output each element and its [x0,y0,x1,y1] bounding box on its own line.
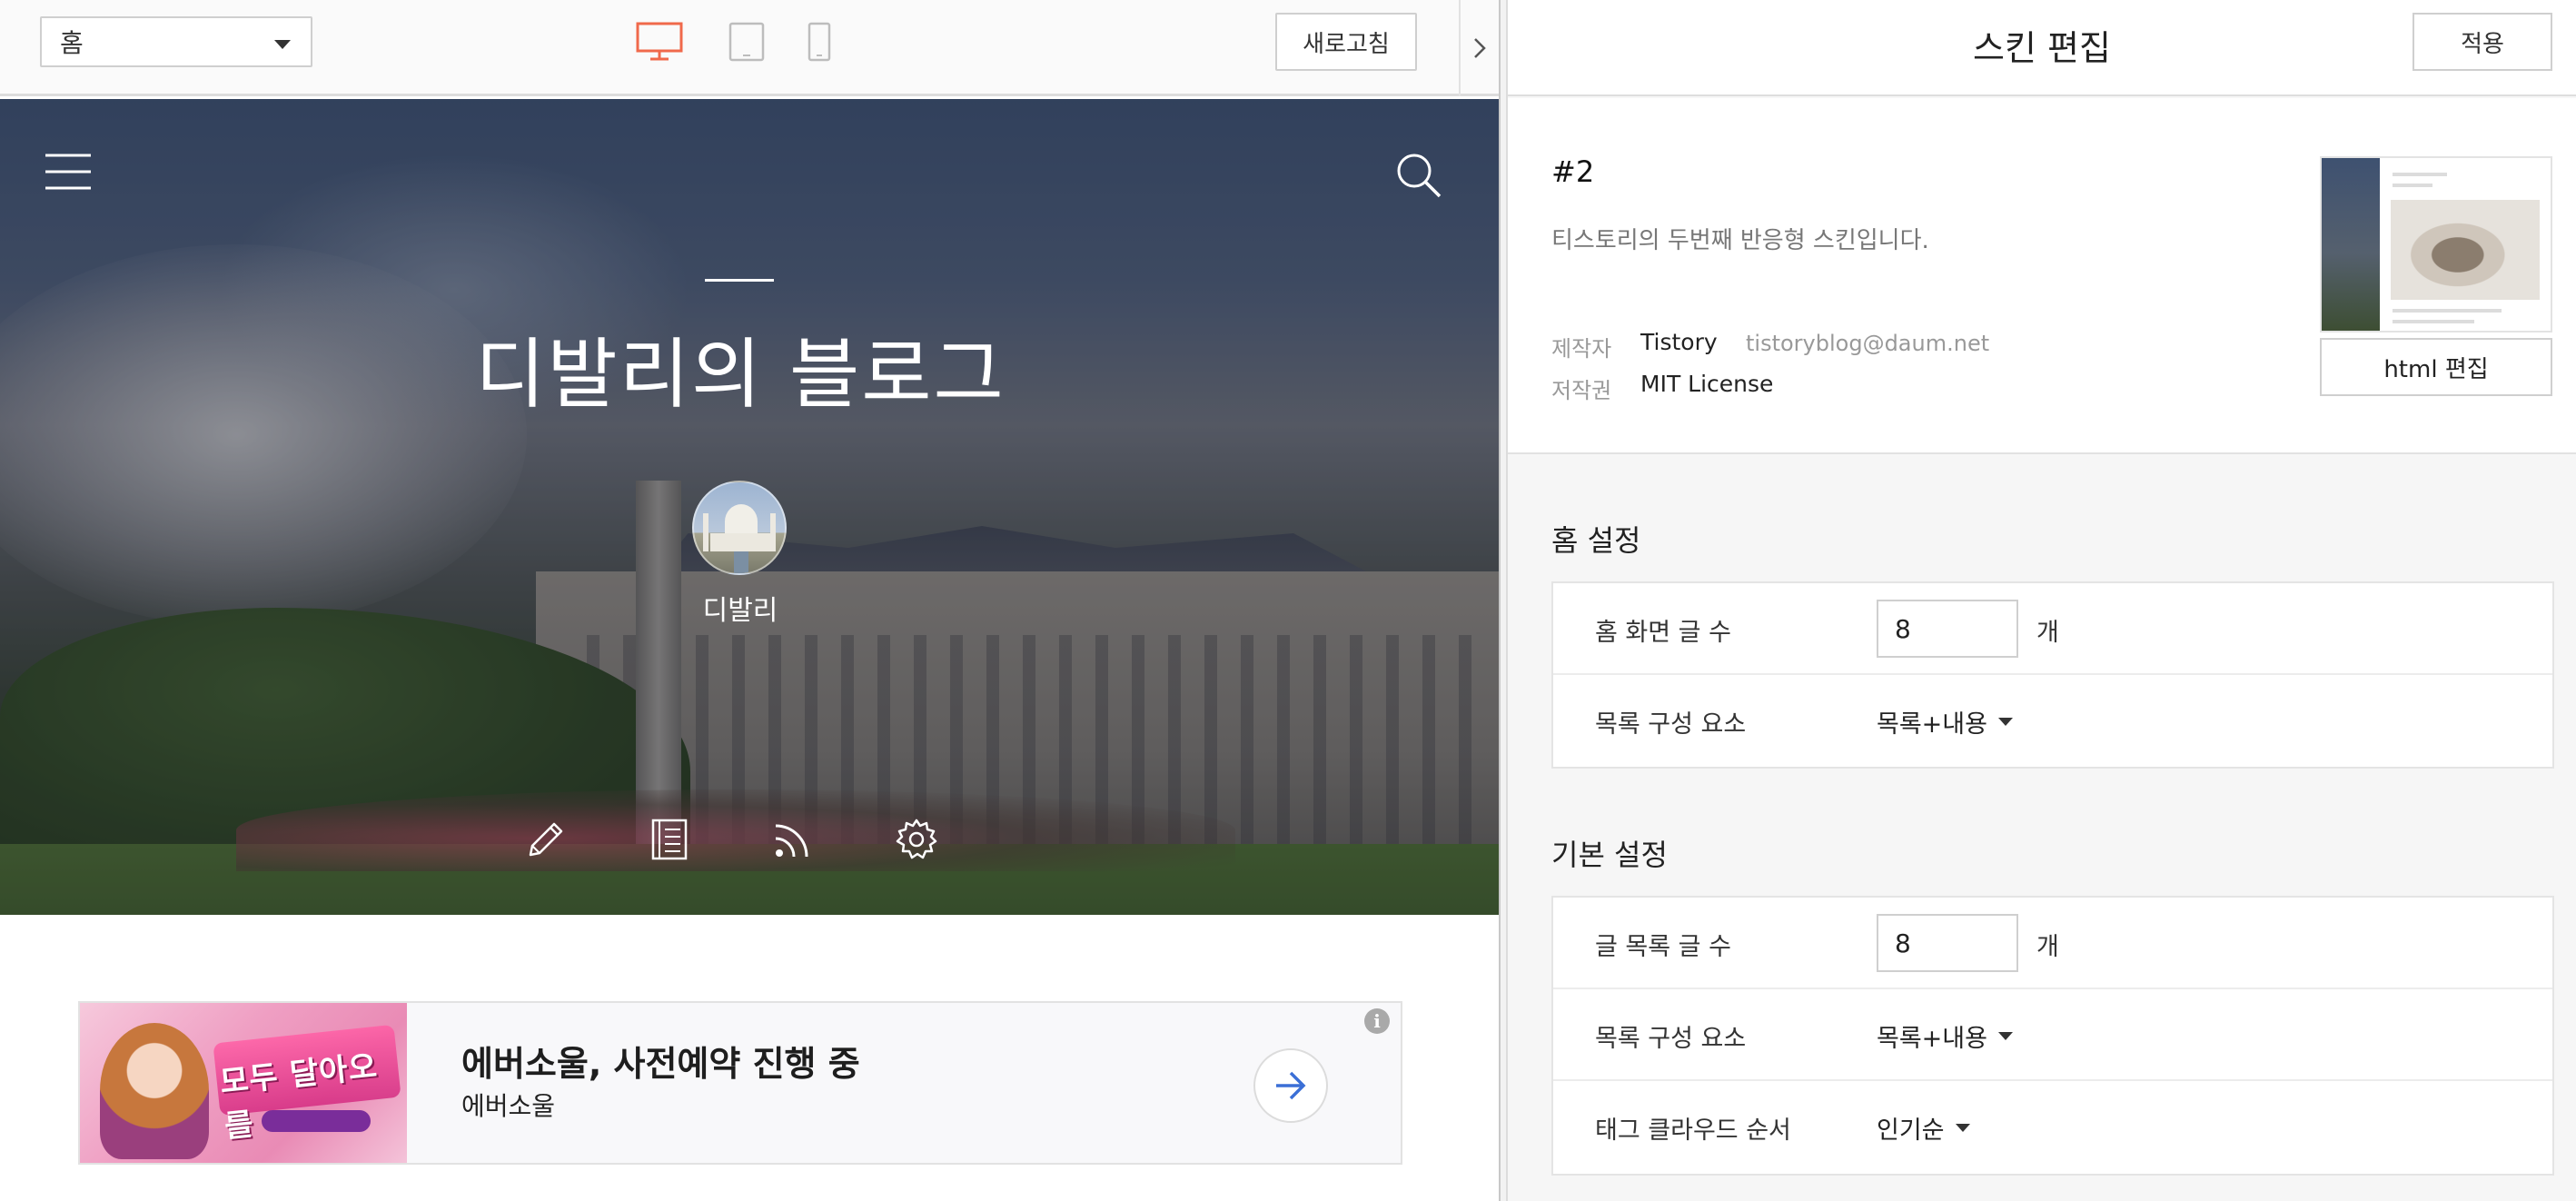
tablet-icon[interactable] [728,22,765,62]
ad-image-cta [262,1110,371,1132]
document-icon[interactable] [647,817,692,862]
mobile-icon[interactable] [807,22,832,62]
author-email: tistoryblog@daum.net [1746,331,1990,356]
select-value: 인기순 [1877,1117,1945,1145]
skin-editor-app: 홈 새로고침 디발리의 블로그 디발리 모두 달아오를 에버소울, 사전예약 진… [0,0,2576,1201]
home-list-elements-select[interactable]: 목록+내용 [1877,704,2013,739]
home-settings-title: 홈 설정 [1551,523,1641,558]
caret-down-icon [1997,718,2013,726]
blog-title[interactable]: 디발리의 블로그 [0,313,1481,423]
refresh-button[interactable]: 새로고침 [1275,13,1417,71]
basic-settings-box: 글 목록 글 수 개 목록 구성 요소 목록+내용 태그 클라우드 순서 인기순 [1551,896,2554,1176]
setting-label: 목록 구성 요소 [1595,710,1747,739]
setting-label: 목록 구성 요소 [1595,1025,1747,1053]
desktop-icon[interactable] [636,22,683,62]
blog-hero: 디발리의 블로그 디발리 [0,99,1499,915]
hamburger-menu-icon[interactable] [44,152,93,192]
arrow-right-icon [1276,1071,1306,1100]
home-post-count-input[interactable] [1877,600,2018,658]
rss-icon[interactable] [770,817,816,862]
unit-label: 개 [2036,933,2059,961]
author-label: 제작자 [1551,336,1612,362]
unit-label: 개 [2036,619,2059,647]
skin-description: 티스토리의 두번째 반응형 스킨입니다. [1551,227,1929,254]
license-value: MIT License [1640,371,1774,397]
skin-info-panel: #2 티스토리의 두번째 반응형 스킨입니다. 제작자 Tistory tist… [1508,98,2576,454]
title-divider [705,279,774,282]
html-edit-button[interactable]: html 편집 [2320,338,2552,396]
author-value: Tistory [1640,329,1718,355]
skin-name: #2 [1551,154,1595,189]
license-label: 저작권 [1551,378,1612,403]
select-value: 목록+내용 [1877,710,1987,739]
caret-down-icon [1955,1124,1970,1132]
caret-down-icon [274,40,291,49]
skin-editor-pane: 스킨 편집 적용 #2 티스토리의 두번째 반응형 스킨입니다. 제작자 Tis… [1508,0,2576,1201]
setting-row: 태그 클라우드 순서 인기순 [1553,1081,2552,1173]
setting-label: 태그 클라우드 순서 [1595,1117,1791,1145]
editor-header: 스킨 편집 적용 [1508,0,2576,96]
list-elements-select[interactable]: 목록+내용 [1877,1018,2013,1054]
select-value: 목록+내용 [1877,1025,1987,1053]
setting-row: 홈 화면 글 수 개 [1553,583,2552,675]
avatar[interactable] [692,481,787,575]
preview-toolbar: 홈 새로고침 [0,0,1499,96]
apply-button[interactable]: 적용 [2413,13,2552,71]
ad-open-button[interactable] [1253,1048,1328,1123]
ad-banner[interactable]: 모두 달아오를 에버소울, 사전예약 진행 중 에버소울 i [78,1001,1402,1165]
author-name: 디발리 [702,595,778,627]
pencil-icon[interactable] [523,817,569,862]
pane-splitter[interactable] [1499,0,1508,1201]
setting-row: 글 목록 글 수 개 [1553,898,2552,989]
setting-label: 홈 화면 글 수 [1595,619,1731,647]
list-post-count-input[interactable] [1877,914,2018,972]
ad-image[interactable]: 모두 달아오를 [80,1003,407,1163]
ad-subtitle: 에버소울 [461,1091,556,1121]
skin-thumbnail [2320,156,2552,333]
ad-image-character [100,1023,209,1159]
info-icon[interactable]: i [1364,1008,1390,1034]
gear-icon[interactable] [894,817,939,862]
basic-settings-title: 기본 설정 [1551,838,1668,872]
setting-row: 목록 구성 요소 목록+내용 [1553,989,2552,1081]
ad-title[interactable]: 에버소울, 사전예약 진행 중 [461,1036,860,1086]
page-select-dropdown[interactable]: 홈 [40,16,312,67]
tag-cloud-order-select[interactable]: 인기순 [1877,1110,1970,1146]
collapse-panel-button[interactable] [1459,0,1499,96]
page-select-value: 홈 [60,28,84,58]
setting-row: 목록 구성 요소 목록+내용 [1553,675,2552,767]
chevron-right-icon [1474,38,1486,58]
search-icon[interactable] [1395,152,1442,199]
preview-pane: 홈 새로고침 디발리의 블로그 디발리 모두 달아오를 에버소울, 사전예약 진… [0,0,1499,1201]
caret-down-icon [1997,1032,2013,1040]
setting-label: 글 목록 글 수 [1595,933,1731,961]
home-settings-box: 홈 화면 글 수 개 목록 구성 요소 목록+내용 [1551,581,2554,769]
